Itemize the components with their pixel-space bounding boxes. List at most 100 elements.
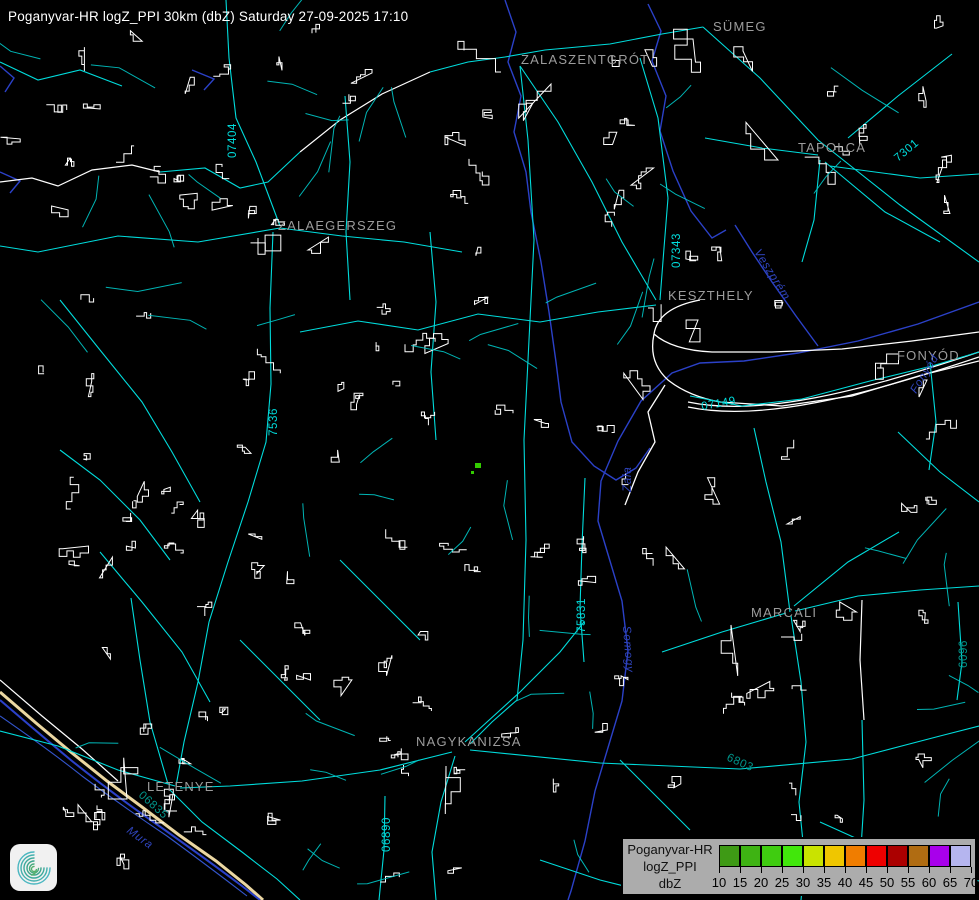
legend-color-cell [908, 845, 929, 867]
road-number-label: 6803 [725, 752, 755, 774]
legend-tick [719, 867, 720, 873]
legend-station-name: Poganyvar-HR [623, 841, 717, 858]
village-outline [483, 110, 492, 119]
minor-road [160, 747, 221, 783]
minor-road [391, 87, 405, 137]
village-outline [1, 137, 21, 144]
legend-tick [866, 867, 867, 873]
village-outline [351, 70, 372, 84]
village-outline [705, 478, 720, 504]
village-outline [252, 563, 265, 579]
map-static-geometry [0, 0, 979, 900]
village-outline [251, 235, 281, 254]
village-outline [926, 497, 937, 505]
legend-color-cell [887, 845, 908, 867]
minor-road [831, 68, 899, 113]
village-outline [81, 295, 94, 302]
legend-tick [845, 867, 846, 873]
minor-road [257, 315, 295, 326]
village-outline [448, 868, 462, 873]
village-outline [454, 767, 465, 773]
minor-road [308, 849, 340, 868]
village-outline [531, 544, 550, 557]
village-outline [331, 450, 339, 462]
minor-road [83, 176, 99, 228]
legend-tick [761, 867, 762, 873]
village-outline [308, 237, 328, 253]
village-outline [794, 620, 806, 631]
village-outline [597, 426, 615, 433]
minor-road [949, 675, 979, 692]
legend-tick [887, 867, 888, 873]
village-outline [631, 168, 654, 189]
village-outline [782, 440, 794, 459]
village-outline [916, 754, 931, 768]
village-outline [451, 191, 469, 204]
radar-product-title: Poganyvar-HR logZ_PPI 30km (dbZ) Saturda… [8, 9, 408, 24]
minor-road [148, 315, 206, 329]
legend-station-text: Poganyvar-HR logZ_PPI dbZ [623, 841, 717, 892]
village-outline [666, 547, 684, 569]
village-outline [59, 546, 88, 557]
minor-road [938, 779, 949, 817]
village-outline [295, 623, 310, 636]
village-outline [216, 164, 229, 178]
village-outline [212, 199, 233, 210]
settlement-outlines [0, 0, 979, 884]
road-number-label: 75831 [576, 598, 588, 633]
radar-echo-layer [471, 463, 481, 474]
city-label: SÜMEG [713, 19, 767, 34]
minor-road [267, 81, 317, 95]
minor-road [91, 65, 155, 88]
minor-road [617, 292, 642, 345]
village-outline [476, 247, 481, 256]
village-outline [86, 374, 94, 397]
legend-color-scale: 10152025303540455055606570 [719, 845, 973, 893]
village-outline [926, 420, 957, 439]
village-outline [393, 381, 400, 386]
village-outline [52, 206, 69, 217]
village-outline [297, 674, 311, 680]
village-outline [116, 146, 134, 162]
village-outline [380, 736, 391, 741]
minor-road [606, 179, 634, 207]
village-outline [475, 297, 489, 304]
village-outline [197, 602, 212, 616]
village-outline [287, 571, 294, 583]
village-outline [334, 677, 352, 695]
village-outline [746, 122, 778, 160]
village-outline [174, 175, 184, 182]
village-outline [495, 405, 513, 414]
legend-tick [950, 867, 951, 873]
village-outline [83, 454, 90, 460]
village-outline [39, 366, 45, 374]
village-outline [123, 513, 132, 522]
minor-road [360, 438, 392, 463]
village-outline [248, 206, 256, 218]
village-outline [277, 57, 282, 71]
village-outline [944, 195, 950, 213]
legend-color-cell [803, 845, 824, 867]
weather-service-logo [10, 844, 57, 891]
village-outline [281, 666, 288, 680]
village-outline [534, 420, 549, 428]
water-name-label: Zala [622, 466, 634, 493]
road-number-label: 6096 [958, 640, 970, 668]
village-outline [836, 602, 856, 620]
village-outline [935, 16, 944, 28]
village-outline [338, 382, 344, 391]
village-outline [312, 24, 320, 33]
village-outline [712, 247, 722, 261]
village-outline [102, 648, 110, 660]
village-outline [648, 304, 661, 321]
minor-road [306, 713, 355, 735]
village-outline [83, 104, 100, 109]
village-outline [191, 510, 204, 527]
water-name-label: Mura [124, 825, 155, 852]
legend-tick [929, 867, 930, 873]
minor-road [411, 346, 460, 360]
village-outline [184, 827, 207, 835]
legend-color-cell [719, 845, 740, 867]
village-outline [418, 632, 428, 641]
minor-road [488, 345, 537, 369]
